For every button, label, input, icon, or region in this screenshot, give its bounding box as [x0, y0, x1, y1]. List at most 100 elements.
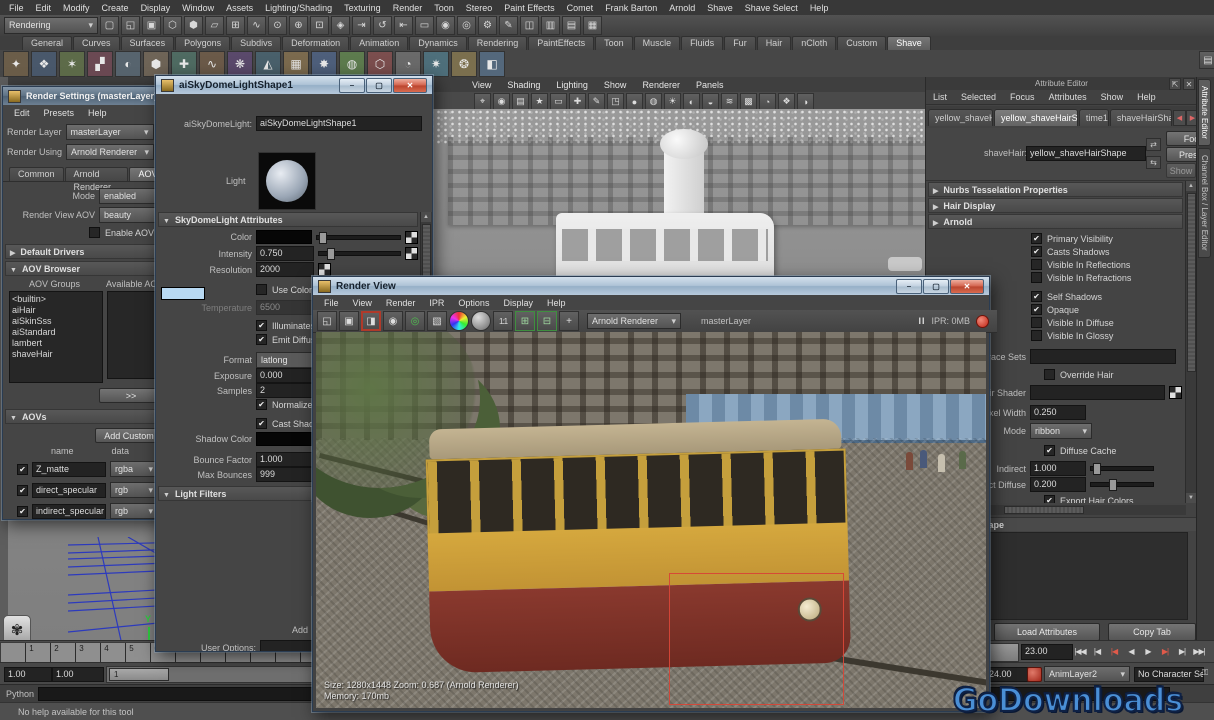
render-settings-titlebar[interactable]: Render Settings (masterLayer): [3, 87, 171, 105]
minimize-icon[interactable]: [896, 279, 922, 294]
step-forward-frame-icon[interactable]: ▶|: [1174, 643, 1190, 660]
aov-enabled-checkbox[interactable]: [17, 485, 28, 496]
rs-tab[interactable]: Arnold Renderer: [65, 167, 129, 181]
camera-attributes-icon[interactable]: ▤: [512, 93, 529, 110]
rv-menu-item[interactable]: Render: [379, 298, 423, 308]
region-render-icon[interactable]: ▧: [427, 311, 447, 331]
ae-menu-item[interactable]: Focus: [1003, 92, 1042, 102]
shelf-tool-11-icon[interactable]: ▦: [283, 51, 309, 77]
scrollbar-thumb[interactable]: [1004, 506, 1084, 514]
use-all-lights-icon[interactable]: ☀: [664, 93, 681, 110]
new-scene-icon[interactable]: ▢: [100, 16, 119, 35]
save-scene-icon[interactable]: ▣: [142, 16, 161, 35]
render-using-dropdown[interactable]: Arnold Renderer: [66, 144, 154, 160]
ae-menu-item[interactable]: Help: [1130, 92, 1163, 102]
wireframe-icon[interactable]: ◳: [607, 93, 624, 110]
ae-checkbox[interactable]: Opaque: [1031, 304, 1197, 315]
checkbox-box[interactable]: [1031, 246, 1042, 257]
snap-to-view-plane-icon[interactable]: ⊡: [310, 16, 329, 35]
menu-item[interactable]: Texturing: [338, 3, 387, 13]
snap-to-projected-center-icon[interactable]: ⊕: [289, 16, 308, 35]
dock-icon[interactable]: ⇱: [1169, 78, 1181, 90]
play-backwards-icon[interactable]: ◀: [1123, 643, 1139, 660]
ae-checkbox[interactable]: Visible In Diffuse: [1031, 317, 1197, 328]
show-channel-box-icon[interactable]: ▦: [583, 16, 602, 35]
viewport-menu-item[interactable]: Show: [604, 80, 627, 90]
ae-menu-item[interactable]: Show: [1094, 92, 1131, 102]
menu-item[interactable]: Render: [387, 3, 429, 13]
ae-checkbox[interactable]: Self Shadows: [1031, 291, 1197, 302]
input-connections-icon[interactable]: ⇥: [352, 16, 371, 35]
shelf-tool-8-icon[interactable]: ∿: [199, 51, 225, 77]
checkbox-box[interactable]: [256, 284, 267, 295]
checkbox-box[interactable]: [1044, 445, 1055, 456]
menu-item[interactable]: Toon: [428, 3, 460, 13]
texture-map-icon[interactable]: [1169, 386, 1182, 399]
ae-checkbox[interactable]: Visible In Reflections: [1031, 259, 1197, 270]
viewport-menu-item[interactable]: Renderer: [642, 80, 680, 90]
resolution-field[interactable]: 2000: [256, 262, 314, 277]
shelf-tool-1-icon[interactable]: ✦: [3, 51, 29, 77]
shelf-tab[interactable]: Rendering: [468, 36, 528, 50]
alpha-channel-icon[interactable]: [471, 311, 491, 331]
rv-menu-item[interactable]: File: [317, 298, 346, 308]
intensity-slider[interactable]: [318, 251, 401, 256]
aov-name-field[interactable]: direct_specular: [32, 483, 106, 498]
shelf-tab[interactable]: Surfaces: [121, 36, 175, 50]
exposure-icon[interactable]: ◑: [797, 93, 814, 110]
hair-shader-field[interactable]: [1030, 385, 1165, 400]
shelf-tab[interactable]: Fluids: [681, 36, 723, 50]
shelf-tab[interactable]: Curves: [73, 36, 120, 50]
aov-group-item[interactable]: lambert: [12, 338, 100, 349]
texture-map-icon[interactable]: [405, 231, 418, 244]
construction-history-icon[interactable]: ↺: [373, 16, 392, 35]
scroll-up-icon[interactable]: ▲: [421, 212, 431, 222]
swap-output-icon[interactable]: ⇆: [1146, 156, 1161, 169]
ae-section-header[interactable]: Nurbs Tesselation Properties: [928, 182, 1183, 197]
checkbox-box[interactable]: [1031, 304, 1042, 315]
aov-data-dropdown[interactable]: rgba: [110, 461, 158, 477]
anim-start-field[interactable]: 1.00: [4, 667, 52, 682]
aov-group-item[interactable]: aiStandard: [12, 327, 100, 338]
select-by-object-icon[interactable]: ⬢: [184, 16, 203, 35]
current-time-field[interactable]: 23.00: [1021, 644, 1073, 660]
ae-section-header[interactable]: Arnold: [928, 214, 1183, 229]
checkbox-box[interactable]: [1044, 495, 1055, 503]
shelf-tool-16-icon[interactable]: ✷: [423, 51, 449, 77]
one-to-one-icon[interactable]: 1:1: [493, 311, 513, 331]
render-view-titlebar[interactable]: Render View: [313, 277, 989, 295]
emit-diffuse-checkbox[interactable]: Emit Diffuse: [256, 334, 320, 345]
save-image-icon[interactable]: ▣: [339, 311, 359, 331]
menu-item[interactable]: Frank Barton: [599, 3, 663, 13]
shelf-tab[interactable]: Dynamics: [409, 36, 467, 50]
menu-item[interactable]: Lighting/Shading: [259, 3, 338, 13]
shelf-tab[interactable]: General: [22, 36, 72, 50]
focus-button[interactable]: Focus: [1166, 131, 1197, 146]
ae-menu-item[interactable]: Attributes: [1042, 92, 1094, 102]
checkbox-box[interactable]: [1031, 272, 1042, 283]
menu-item[interactable]: Assets: [220, 3, 259, 13]
rs-menu-item[interactable]: Presets: [37, 108, 82, 118]
ipr-render-icon[interactable]: ◎: [457, 16, 476, 35]
paint-effects-icon[interactable]: ✎: [499, 16, 518, 35]
color-slider[interactable]: [316, 235, 401, 240]
maximize-icon[interactable]: [366, 78, 392, 93]
aov-groups-list[interactable]: <builtin>aiHairaiSkinSssaiStandardlamber…: [9, 291, 103, 383]
two-d-pan-zoom-icon[interactable]: ✚: [569, 93, 586, 110]
output-connections-icon[interactable]: ⇤: [394, 16, 413, 35]
multisample-icon[interactable]: ▩: [740, 93, 757, 110]
render-region-selection[interactable]: [669, 573, 844, 705]
remove-image-icon[interactable]: ⊟: [537, 311, 557, 331]
node-name-field[interactable]: aiSkyDomeLightShape1: [256, 116, 422, 131]
shadow-color-swatch[interactable]: [256, 432, 312, 446]
indirect-diffuse-slider[interactable]: [1090, 482, 1154, 487]
isolate-select-icon[interactable]: ❖: [778, 93, 795, 110]
swap-input-icon[interactable]: ⇄: [1146, 138, 1161, 151]
viewport-menu-item[interactable]: Lighting: [556, 80, 588, 90]
shelf-editor-icon[interactable]: ▤: [1199, 51, 1214, 69]
viewport-menu-item[interactable]: View: [472, 80, 491, 90]
shelf-tab[interactable]: Fur: [724, 36, 756, 50]
textured-icon[interactable]: ◍: [645, 93, 662, 110]
skydome-titlebar[interactable]: aiSkyDomeLightShape1: [156, 76, 432, 94]
export-hair-colors-checkbox[interactable]: Export Hair Colors: [1044, 495, 1134, 503]
